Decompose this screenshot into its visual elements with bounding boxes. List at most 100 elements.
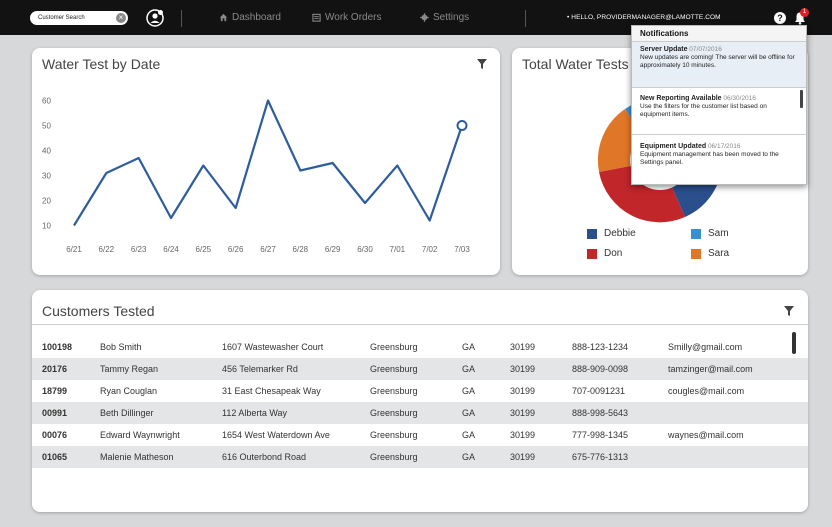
cell-address: 31 East Chesapeak Way — [222, 386, 321, 396]
divider — [632, 87, 806, 88]
legend-swatch — [691, 248, 701, 259]
line-chart: 10 20 30 40 50 60 6/21 6/22 6/23 6/24 6/25 6/26 6/27… — [42, 97, 470, 255]
cell-zip: 30199 — [510, 408, 536, 418]
cell-city: Greensburg — [370, 408, 418, 418]
x-tick-label: 7/03 — [454, 245, 470, 254]
divider — [525, 10, 526, 27]
notification-date: 06/30/2016 — [723, 95, 756, 102]
notification-title: New Reporting Available — [640, 95, 722, 102]
table-row[interactable]: 01065 Malenie Matheson 616 Outerbond Road G… — [32, 446, 808, 468]
nav-settings[interactable]: Settings — [420, 12, 469, 23]
table-row[interactable]: 18799 Ryan Couglan 31 East Chesapeak Way Gr… — [32, 380, 808, 402]
cell-id: 01065 — [42, 452, 68, 462]
cell-name: Tammy Regan — [100, 364, 159, 374]
x-tick-label: 7/02 — [422, 245, 438, 254]
table-scrollbar[interactable] — [792, 332, 796, 354]
cell-id: 18799 — [42, 386, 68, 396]
cell-state: GA — [462, 408, 476, 418]
cell-email: waynes@mail.com — [668, 430, 744, 440]
cell-name: Bob Smith — [100, 342, 142, 352]
table-row[interactable]: 100198 Bob Smith 1607 Wastewasher Court Gre… — [32, 336, 808, 358]
divider — [32, 324, 808, 325]
legend-label: Don — [604, 248, 623, 259]
cell-name: Malenie Matheson — [100, 452, 174, 462]
cell-id: 100198 — [42, 342, 73, 352]
notification-item[interactable]: Server Update 07/07/2016 New updates are… — [632, 42, 806, 87]
nav-work-orders[interactable]: Work Orders — [312, 12, 382, 23]
x-tick-label: 6/22 — [99, 245, 115, 254]
x-tick-label: 6/28 — [293, 245, 309, 254]
cell-phone: 888-909-0098 — [572, 364, 629, 374]
legend-swatch — [587, 248, 597, 259]
nav-settings-label: Settings — [433, 12, 470, 23]
cell-id: 00076 — [42, 430, 68, 440]
legend-item-debbie: Debbie — [587, 228, 636, 239]
home-icon — [219, 13, 228, 22]
cell-name: Beth Dillinger — [100, 408, 154, 418]
legend-item-sara: Sara — [691, 248, 729, 259]
nav-work-orders-label: Work Orders — [325, 12, 382, 23]
notification-title: Equipment Updated — [640, 143, 707, 150]
cell-state: GA — [462, 386, 476, 396]
cell-address: 616 Outerbond Road — [222, 452, 307, 462]
legend-item-don: Don — [587, 248, 622, 259]
notification-item[interactable]: New Reporting Available 06/30/2016 Use t… — [632, 91, 806, 131]
divider — [181, 10, 182, 27]
clipboard-icon — [312, 13, 321, 22]
notification-item[interactable]: Equipment Updated 06/17/2016 Equipment m… — [632, 139, 806, 181]
cell-address: 1607 Wastewasher Court — [222, 342, 324, 352]
cell-zip: 30199 — [510, 430, 536, 440]
table-row[interactable]: 00991 Beth Dillinger 112 Alberta Way Greens… — [32, 402, 808, 424]
cell-phone: 707-0091231 — [572, 386, 626, 396]
notifications-scrollbar[interactable] — [800, 90, 803, 108]
cell-address: 456 Telemarker Rd — [222, 364, 298, 374]
nav-dashboard[interactable]: Dashboard — [219, 12, 281, 23]
table-row[interactable]: 20176 Tammy Regan 456 Telemarker Rd Greensb… — [32, 358, 808, 380]
cell-city: Greensburg — [370, 452, 418, 462]
cell-state: GA — [462, 342, 476, 352]
cell-state: GA — [462, 452, 476, 462]
y-tick-label: 20 — [42, 197, 51, 206]
cell-state: GA — [462, 364, 476, 374]
y-tick-label: 10 — [42, 222, 51, 231]
cell-id: 20176 — [42, 364, 68, 374]
x-tick-label: 6/25 — [196, 245, 212, 254]
cell-name: Ryan Couglan — [100, 386, 158, 396]
divider — [632, 134, 806, 135]
table-row[interactable]: 00076 Edward Waynwright 1654 West Waterdow… — [32, 424, 808, 446]
y-tick-label: 50 — [42, 122, 51, 131]
user-greeting: • HELLO, PROVIDERMANAGER@LAMOTTE.COM — [567, 14, 721, 21]
cell-zip: 30199 — [510, 342, 536, 352]
x-tick-label: 7/01 — [390, 245, 406, 254]
notification-title: Server Update — [640, 46, 688, 53]
cell-city: Greensburg — [370, 386, 418, 396]
legend-label: Debbie — [604, 228, 636, 239]
cell-city: Greensburg — [370, 430, 418, 440]
legend-swatch — [587, 228, 597, 239]
user-settings-icon[interactable] — [146, 9, 164, 27]
cell-address: 1654 West Waterdown Ave — [222, 430, 330, 440]
nav-dashboard-label: Dashboard — [232, 12, 281, 23]
legend-label: Sara — [708, 248, 730, 259]
cell-phone: 777-998-1345 — [572, 430, 629, 440]
x-tick-label: 6/29 — [325, 245, 341, 254]
notifications-popover: Notifications Server Update 07/07/2016 N… — [631, 25, 807, 185]
cell-phone: 675-776-1313 — [572, 452, 629, 462]
filter-icon[interactable] — [784, 306, 794, 316]
clear-search-icon[interactable]: × — [116, 13, 126, 23]
notifications-header: Notifications — [632, 26, 806, 42]
x-tick-label: 6/27 — [260, 245, 276, 254]
y-tick-label: 40 — [42, 147, 51, 156]
help-icon[interactable]: ? — [774, 12, 786, 24]
cell-city: Greensburg — [370, 364, 418, 374]
series-line — [73, 99, 464, 227]
search-placeholder: Customer Search — [38, 15, 85, 21]
data-point[interactable] — [456, 120, 468, 131]
legend-swatch — [691, 228, 701, 239]
cell-address: 112 Alberta Way — [222, 408, 288, 418]
notification-body: Use the filters for the customer list ba… — [640, 103, 767, 118]
gear-icon — [420, 13, 429, 22]
legend-item-sam: Sam — [691, 228, 729, 239]
customer-search-input[interactable]: Customer Search × — [30, 11, 128, 25]
panel-title: Customers Tested — [42, 303, 155, 319]
